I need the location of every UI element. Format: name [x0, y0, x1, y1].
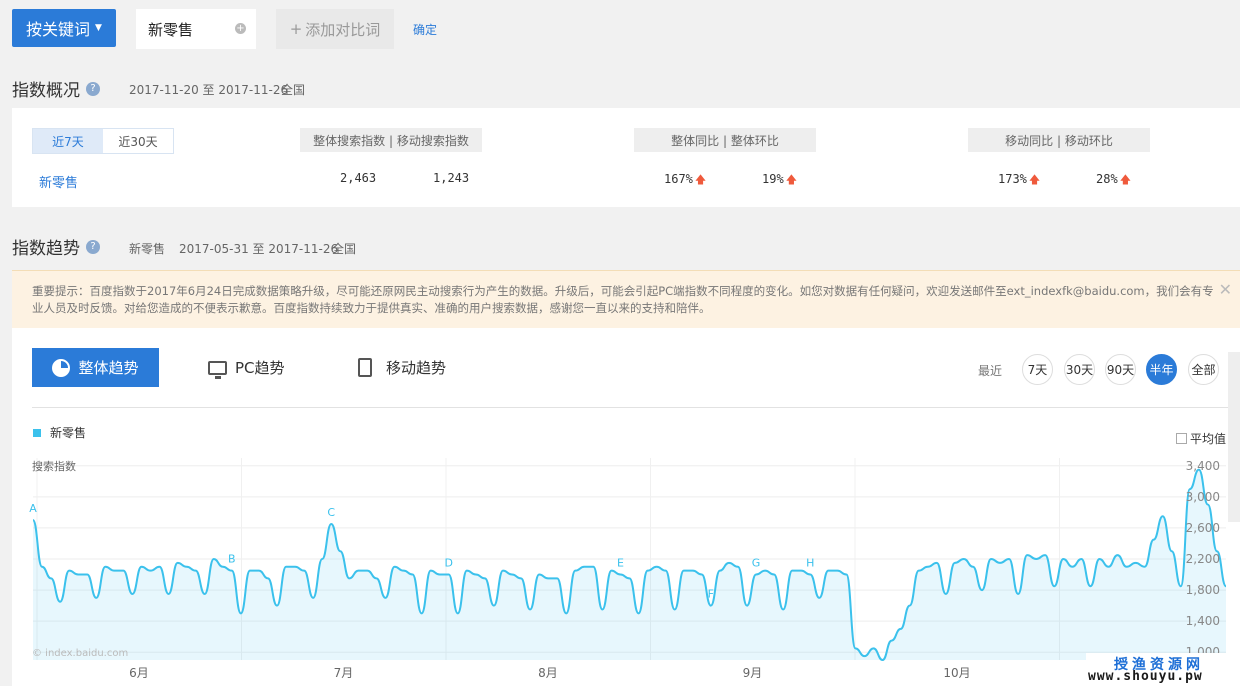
- period-tabs: 近7天 近30天: [32, 128, 174, 154]
- average-toggle[interactable]: 平均值: [1176, 430, 1226, 447]
- add-compare-label: 添加对比词: [305, 20, 381, 39]
- add-compare-button[interactable]: + 添加对比词: [276, 9, 394, 49]
- header-mobile-change: 移动同比 | 移动环比: [968, 128, 1150, 152]
- search-mode-button[interactable]: 按关键词 ▼: [12, 9, 116, 47]
- confirm-link[interactable]: 确定: [413, 21, 437, 38]
- range-7-days[interactable]: 7天: [1022, 354, 1053, 385]
- tab-mobile-label: 移动趋势: [386, 359, 447, 377]
- notice-banner: 重要提示：百度指数于2017年6月24日完成数据策略升级，尽可能还原网民主动搜索…: [12, 270, 1240, 328]
- side-toolbar[interactable]: [1228, 352, 1240, 522]
- arrow-up-icon: 🡅: [1119, 173, 1131, 186]
- close-icon[interactable]: ✕: [1219, 281, 1232, 298]
- mobile-yoy-value: 173%: [998, 172, 1027, 186]
- arrow-up-icon: 🡅: [1028, 173, 1041, 186]
- overall-yoy: 167% 🡅: [664, 171, 706, 190]
- help-icon[interactable]: ?: [86, 81, 100, 96]
- monitor-icon: [208, 360, 227, 379]
- header-search-index: 整体搜索指数 | 移动搜索指数: [300, 128, 482, 152]
- overview-title-text: 指数概况: [12, 81, 80, 101]
- overview-title: 指数概况 ?: [12, 76, 100, 101]
- overview-date-range: 2017-11-20 至 2017-11-26: [129, 83, 289, 97]
- trend-title: 指数趋势 ?: [12, 234, 100, 259]
- help-icon[interactable]: ?: [86, 239, 100, 254]
- arrow-up-icon: 🡅: [785, 173, 797, 186]
- tab-7-days[interactable]: 近7天: [33, 129, 103, 153]
- keyword-field[interactable]: 新零售 +: [136, 9, 256, 49]
- range-half-year[interactable]: 半年: [1146, 354, 1177, 385]
- overall-yoy-value: 167%: [664, 172, 693, 186]
- caret-down-icon: ▼: [95, 23, 102, 33]
- overall-index-value: 2,463: [340, 171, 377, 185]
- trend-panel: 整体趋势 PC趋势 移动趋势 最近 7天 30天 90天 半年 全部 新零售 平…: [12, 328, 1240, 686]
- search-mode-label: 按关键词: [26, 20, 91, 39]
- pie-chart-icon: [52, 358, 71, 377]
- mobile-index-value: 1,243: [433, 171, 470, 185]
- tab-30-days[interactable]: 近30天: [103, 129, 173, 153]
- trend-title-text: 指数趋势: [12, 239, 80, 259]
- tablet-icon: [358, 358, 372, 377]
- trend-region: 全国: [332, 242, 357, 256]
- chart-legend[interactable]: 新零售: [33, 424, 86, 441]
- divider: [32, 407, 1240, 408]
- tab-pc-label: PC趋势: [235, 359, 285, 377]
- tab-pc-trend[interactable]: PC趋势: [208, 357, 285, 379]
- watermark-url: www.shouyu.pw: [1088, 669, 1203, 684]
- notice-text: 重要提示：百度指数于2017年6月24日完成数据策略升级，尽可能还原网民主动搜索…: [32, 284, 1214, 315]
- plus-icon: +: [289, 20, 303, 38]
- plus-circle-icon[interactable]: +: [235, 23, 246, 34]
- range-30-days[interactable]: 30天: [1064, 354, 1095, 385]
- overview-region: 全国: [281, 83, 306, 97]
- overview-keyword[interactable]: 新零售: [39, 172, 78, 191]
- legend-swatch: [33, 428, 41, 437]
- legend-label: 新零售: [50, 426, 87, 440]
- overall-mom-value: 19%: [762, 172, 784, 186]
- average-label: 平均值: [1190, 432, 1227, 446]
- arrow-up-icon: 🡅: [694, 173, 707, 186]
- overall-mom: 19% 🡅: [762, 171, 797, 190]
- range-all[interactable]: 全部: [1188, 354, 1219, 385]
- average-checkbox[interactable]: [1176, 433, 1187, 444]
- tab-mobile-trend[interactable]: 移动趋势: [358, 357, 446, 378]
- keyword-value: 新零售: [148, 20, 194, 39]
- tab-overall-trend[interactable]: 整体趋势: [32, 348, 159, 387]
- trend-date-range: 2017-05-31 至 2017-11-26: [179, 242, 339, 256]
- recent-label: 最近: [978, 364, 1003, 378]
- mobile-mom: 28% 🡅: [1096, 171, 1131, 190]
- mobile-mom-value: 28%: [1096, 172, 1118, 186]
- overview-panel: 近7天 近30天 整体搜索指数 | 移动搜索指数 整体同比 | 整体环比 移动同…: [12, 108, 1240, 207]
- range-90-days[interactable]: 90天: [1105, 354, 1136, 385]
- trend-keyword: 新零售: [129, 242, 166, 256]
- header-overall-change: 整体同比 | 整体环比: [634, 128, 816, 152]
- tab-overall-label: 整体趋势: [78, 359, 139, 377]
- mobile-yoy: 173% 🡅: [998, 171, 1040, 190]
